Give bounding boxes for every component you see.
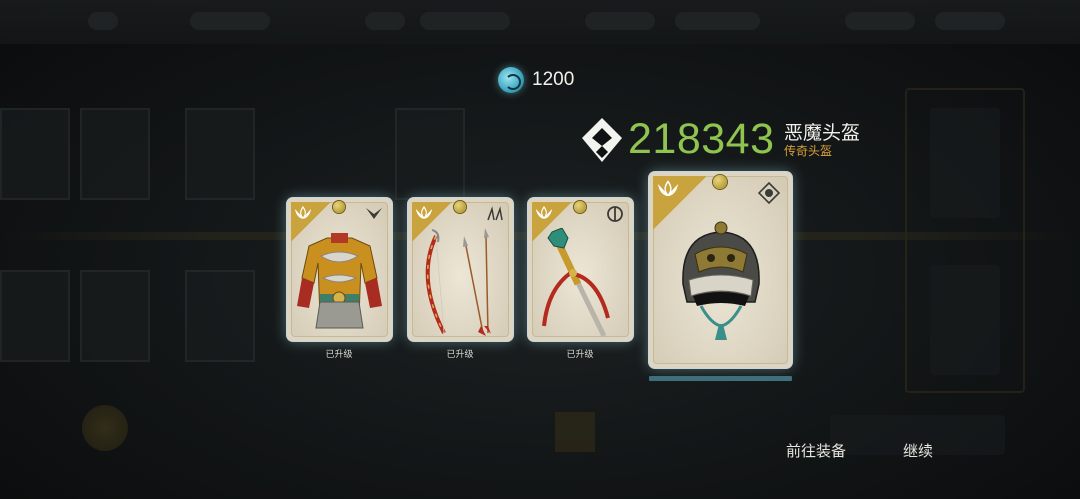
go-to-equipment-button[interactable]: 前往装备 <box>781 438 851 464</box>
chevron-down-icon <box>366 208 382 219</box>
diamond-power-icon <box>582 118 622 162</box>
background-chip <box>88 12 118 30</box>
item-rarity: 传奇头盔 <box>784 144 833 158</box>
gem-icon <box>574 201 586 213</box>
currency-amount: 1200 <box>532 69 575 90</box>
background-slot <box>185 270 255 362</box>
background-chip <box>585 12 655 30</box>
background-slot <box>395 108 465 200</box>
background-slot <box>0 270 70 362</box>
helmet-art-icon <box>682 221 760 340</box>
reward-card-armor[interactable] <box>287 198 392 341</box>
swirl-currency-icon <box>498 67 524 93</box>
background-slot <box>0 108 70 200</box>
reward-card-bow[interactable] <box>408 198 513 341</box>
reward-card-staff[interactable] <box>528 198 633 341</box>
target-icon <box>758 182 780 204</box>
background-slot <box>80 270 150 362</box>
reward-card-helmet[interactable] <box>649 172 792 368</box>
background-chip <box>675 12 760 30</box>
background-panel <box>930 108 1000 218</box>
continue-button[interactable]: 继续 <box>898 438 938 464</box>
card-caption: 已升级 <box>566 350 594 360</box>
half-circle-icon <box>607 206 623 222</box>
background-chip <box>190 12 270 30</box>
background-slot <box>185 108 255 200</box>
gem-icon <box>333 201 345 213</box>
background-chip <box>420 12 510 30</box>
background-slot <box>80 108 150 200</box>
background-panel <box>930 265 1000 375</box>
gem-icon <box>454 201 466 213</box>
card-caption: 已升级 <box>325 350 353 360</box>
background-chip <box>365 12 405 30</box>
card-caption: 已升级 <box>446 350 474 360</box>
bow-art-icon <box>425 228 491 336</box>
background-chip <box>935 12 1005 30</box>
item-name: 恶魔头盔 <box>784 122 861 144</box>
background-orb <box>82 405 128 451</box>
arrows-icon <box>487 206 503 221</box>
gem-icon <box>713 175 727 189</box>
currency-display: 1200 <box>498 66 574 94</box>
selected-indicator <box>649 376 792 381</box>
armor-art-icon <box>297 233 382 329</box>
power-value: 218343 <box>628 115 775 163</box>
background-square <box>555 412 595 452</box>
staff-art-icon <box>542 228 610 338</box>
background-chip <box>845 12 915 30</box>
background-top-bar <box>0 0 1080 44</box>
